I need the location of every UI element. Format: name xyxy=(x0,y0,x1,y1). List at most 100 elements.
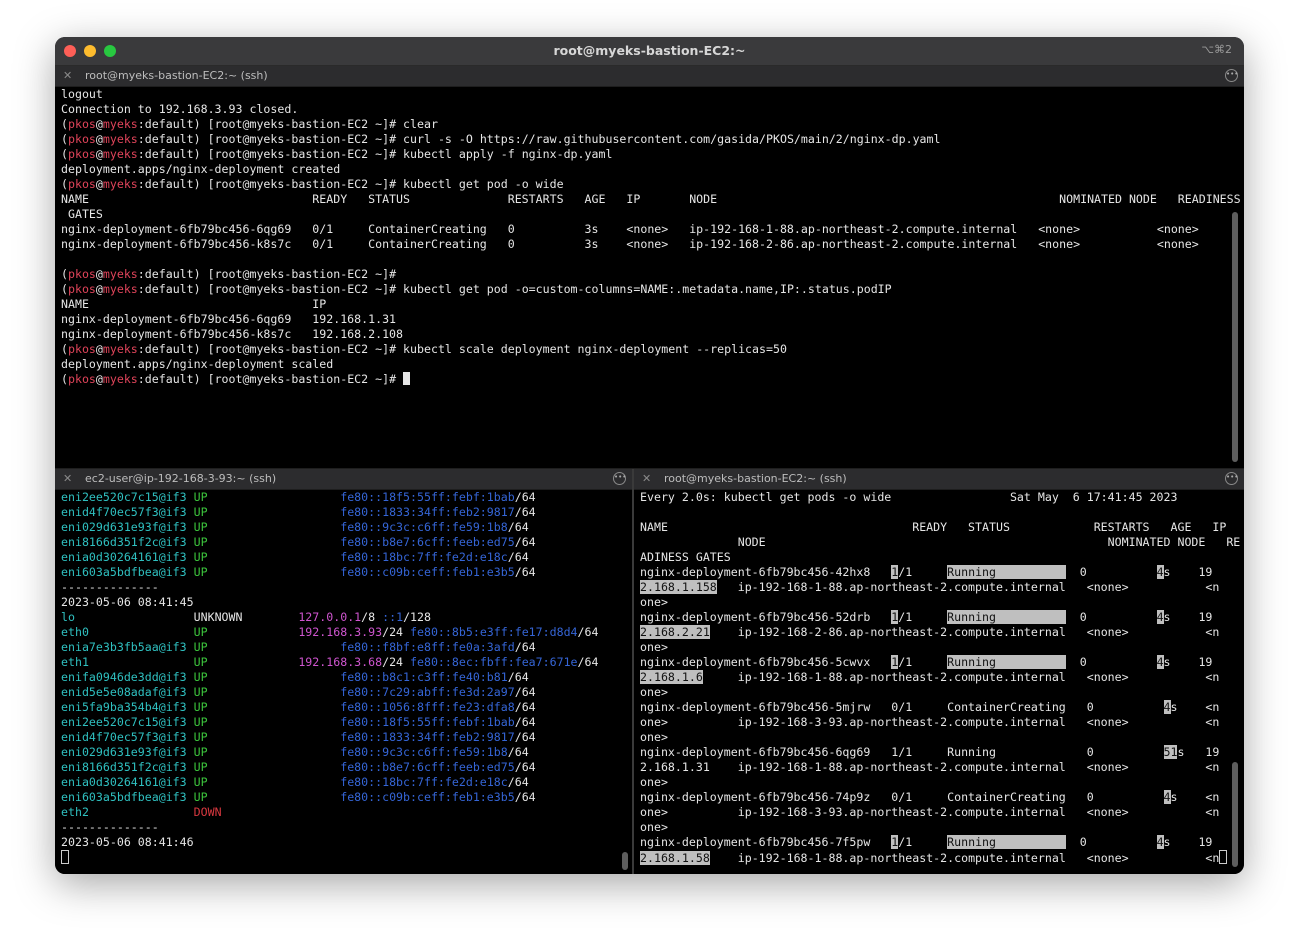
terminal-text: myeks xyxy=(102,282,138,296)
top-terminal-pane[interactable]: logout Connection to 192.168.3.93 closed.… xyxy=(55,87,1244,468)
window-shortcut-label: ⌥⌘2 xyxy=(1201,43,1232,56)
terminal-text: deployment.apps/nginx-deployment created xyxy=(61,162,341,176)
terminal-text: 19 xyxy=(1198,565,1213,579)
terminal-line: one> ip-192-168-3-93.ap-northeast-2.comp… xyxy=(634,805,1244,820)
title-bar[interactable]: root@myeks-bastion-EC2:~ ⌥⌘2 xyxy=(55,37,1244,66)
terminal-text: UP xyxy=(193,760,299,774)
terminal-text: nginx-deployment-6fb79bc456-6qg69 1/1 Ru… xyxy=(640,745,1164,759)
right-pane-tab-bar[interactable]: ✕ root@myeks-bastion-EC2:~ (ssh) ••• xyxy=(634,469,1244,489)
terminal-text: ( xyxy=(61,117,68,131)
terminal-text: @ xyxy=(95,282,103,296)
left-pane-tab-bar[interactable]: ✕ ec2-user@ip-192-168-3-93:~ (ssh) ••• xyxy=(55,469,632,489)
terminal-text: /64 xyxy=(577,655,599,669)
terminal-text: pkos xyxy=(67,267,96,281)
terminal-line: eni029d631e93f@if3 UP fe80::9c3c:c6ff:fe… xyxy=(55,520,632,535)
terminal-text: UP xyxy=(193,550,299,564)
terminal-text: fe80::f8bf:e8ff:fe0a:3afd xyxy=(298,640,515,654)
pane-menu-icon[interactable]: ••• xyxy=(613,472,626,485)
terminal-text: fe80::b8c1:c3ff:fe40:b81 xyxy=(298,670,508,684)
close-pane-icon[interactable]: ✕ xyxy=(63,472,72,485)
terminal-line: nginx-deployment-6fb79bc456-5mjrw 0/1 Co… xyxy=(634,700,1244,715)
terminal-text: one> xyxy=(640,595,668,609)
top-pane-scrollbar[interactable] xyxy=(1232,212,1238,462)
terminal-text: fe80::9c3c:c6ff:fe59:1b8 xyxy=(298,745,508,759)
terminal-text: fe80::c09b:ceff:feb1:e3b5 xyxy=(298,790,515,804)
terminal-text: ( xyxy=(61,372,68,386)
terminal-text: 0 xyxy=(1065,610,1157,624)
terminal-line: enid4f70ec57f3@if3 UP fe80::1833:34ff:fe… xyxy=(55,505,632,520)
terminal-line: (pkos@myeks:default) [root@myeks-bastion… xyxy=(55,282,1244,297)
terminal-text: Ru xyxy=(947,610,962,624)
terminal-text: ( xyxy=(61,177,68,191)
terminal-text: myeks xyxy=(102,177,138,191)
terminal-text: NAME READY STATUS RESTARTS AGE IP NODE N… xyxy=(61,192,1241,206)
terminal-line: eni603a5bdfbea@if3 UP fe80::c09b:ceff:fe… xyxy=(55,790,632,805)
top-pane-tab-bar[interactable]: ✕ root@myeks-bastion-EC2:~ (ssh) ••• xyxy=(55,66,1244,86)
terminal-text: ( xyxy=(61,282,68,296)
terminal-text: nginx-deployment-6fb79bc456-6qg69 192.16… xyxy=(61,312,397,326)
terminal-text: ADINESS GATES xyxy=(640,550,731,564)
terminal-text: /64 xyxy=(514,565,536,579)
pane-menu-icon[interactable]: ••• xyxy=(1225,472,1238,485)
pane-menu-icon[interactable]: ••• xyxy=(1225,69,1238,82)
terminal-text: /64 xyxy=(507,550,529,564)
terminal-text: nginx-deployment-6fb79bc456-5mjrw 0/1 Co… xyxy=(640,700,1164,714)
terminal-text: :default) [root@myeks-bastion-EC2 ~]# cu… xyxy=(137,132,941,146)
terminal-line: NODE NOMINATED NODE RE xyxy=(634,535,1244,550)
terminal-text: eni8166d351f2c@if3 xyxy=(61,760,194,774)
terminal-text: /128 xyxy=(403,610,431,624)
terminal-text: fe80::8ec:fbff:fea7:671e xyxy=(410,655,578,669)
terminal-text: Ru xyxy=(947,565,962,579)
right-terminal-pane[interactable]: Every 2.0s: kubectl get pods -o wide Sat… xyxy=(634,490,1244,874)
terminal-text: :default) [root@myeks-bastion-EC2 ~]# ku… xyxy=(137,282,892,296)
terminal-line: deployment.apps/nginx-deployment created xyxy=(55,162,1244,177)
terminal-line: GATES xyxy=(55,207,1244,222)
terminal-text: 4 xyxy=(1163,700,1171,714)
terminal-text: NAME IP xyxy=(61,297,327,311)
left-terminal-pane[interactable]: eni2ee520c7c15@if3 UP fe80::18f5:55ff:fe… xyxy=(55,490,632,874)
terminal-text: eni2ee520c7c15@if3 xyxy=(61,715,194,729)
terminal-text: ( xyxy=(61,342,68,356)
terminal-text: enid4f70ec57f3@if3 xyxy=(61,505,194,519)
terminal-line: 2.168.1.31 ip-192-168-1-88.ap-northeast-… xyxy=(634,760,1244,775)
terminal-line: 2.168.1.158 ip-192-168-1-88.ap-northeast… xyxy=(634,580,1244,595)
terminal-text: @ xyxy=(95,117,103,131)
terminal-line: enia0d30264161@if3 UP fe80::18bc:7ff:fe2… xyxy=(55,775,632,790)
terminal-text: UNKNOWN xyxy=(193,610,299,624)
terminal-text: 2023-05-06 08:41:45 xyxy=(61,595,194,609)
terminal-text: Every 2.0s: kubectl get pods -o wide Sat… xyxy=(640,490,1178,504)
terminal-text: nginx-deployment-6fb79bc456-42hx8 xyxy=(640,565,892,579)
terminal-text: pkos xyxy=(67,342,96,356)
close-pane-icon[interactable]: ✕ xyxy=(63,69,72,82)
terminal-text: UP xyxy=(193,685,299,699)
terminal-text: UP xyxy=(193,655,299,669)
terminal-text: -------------- xyxy=(61,820,159,834)
terminal-text: :default) [root@myeks-bastion-EC2 ~]# ku… xyxy=(137,342,787,356)
terminal-line: eni2ee520c7c15@if3 UP fe80::18f5:55ff:fe… xyxy=(55,715,632,730)
terminal-text: nginx-deployment-6fb79bc456-52drb xyxy=(640,610,892,624)
terminal-line: one> xyxy=(634,595,1244,610)
left-pane-scrollbar[interactable] xyxy=(622,852,628,870)
terminal-text: 4 xyxy=(1163,790,1171,804)
terminal-text: :default) [root@myeks-bastion-EC2 ~]# xyxy=(137,372,404,386)
terminal-text: enifa0946de3dd@if3 xyxy=(61,670,194,684)
terminal-window: root@myeks-bastion-EC2:~ ⌥⌘2 ✕ root@myek… xyxy=(55,37,1244,874)
terminal-text: UP xyxy=(193,715,299,729)
terminal-text: @ xyxy=(95,372,103,386)
terminal-text: nginx-deployment-6fb79bc456-5cwvx xyxy=(640,655,892,669)
terminal-text: pkos xyxy=(67,282,96,296)
terminal-text: myeks xyxy=(102,372,138,386)
right-pane-scrollbar[interactable] xyxy=(1232,762,1238,867)
text-cursor xyxy=(61,850,69,864)
terminal-line: (pkos@myeks:default) [root@myeks-bastion… xyxy=(55,372,1244,387)
close-pane-icon[interactable]: ✕ xyxy=(642,472,651,485)
terminal-text: /64 xyxy=(514,685,536,699)
terminal-line: 2.168.1.6 ip-192-168-1-88.ap-northeast-2… xyxy=(634,670,1244,685)
terminal-line: deployment.apps/nginx-deployment scaled xyxy=(55,357,1244,372)
terminal-text: @ xyxy=(95,177,103,191)
terminal-text: 4 xyxy=(1156,655,1164,669)
left-pane-title: ec2-user@ip-192-168-3-93:~ (ssh) xyxy=(85,472,277,485)
terminal-text: /64 xyxy=(514,730,536,744)
terminal-text: ip-192-168-2-86.ap-northeast-2.compute.i… xyxy=(709,625,1220,639)
terminal-text: 19 xyxy=(1198,835,1213,849)
